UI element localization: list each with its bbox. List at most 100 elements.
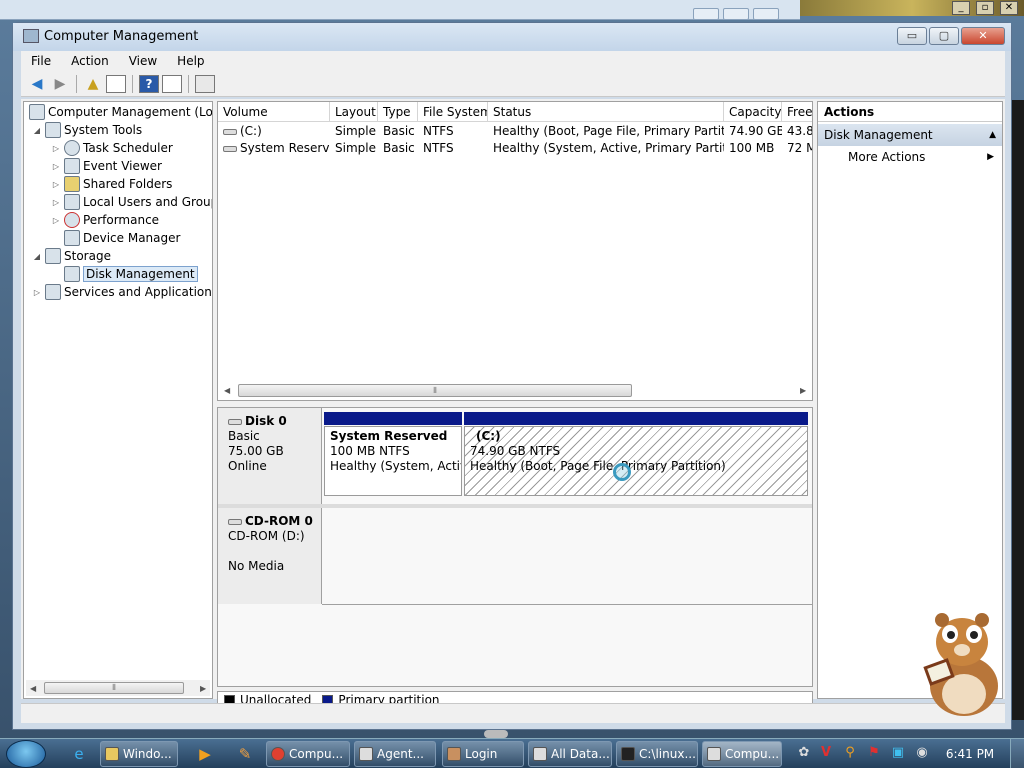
tray-app-icon[interactable]: ✿ <box>796 744 812 762</box>
taskbar-item-chrome[interactable]: Compu... <box>266 741 350 767</box>
tree-item-disk-management[interactable]: Disk Management <box>61 265 198 283</box>
taskbar-item-windows-explorer[interactable]: Windo... <box>100 741 178 767</box>
scroll-right-icon[interactable]: ▶ <box>800 386 806 395</box>
close-button[interactable]: ✕ <box>961 27 1005 45</box>
up-folder-icon[interactable]: ▲ <box>83 74 103 94</box>
tree-item-task-scheduler[interactable]: ▷ Task Scheduler <box>51 139 173 157</box>
collapse-up-icon[interactable]: ▲ <box>989 124 996 146</box>
forward-arrow-icon[interactable]: ▶ <box>50 74 70 94</box>
column-header-type[interactable]: Type <box>378 102 418 122</box>
toolbar-separator <box>188 74 189 93</box>
more-actions[interactable]: More Actions ▶ <box>818 146 1002 168</box>
maximize-icon[interactable]: ▫ <box>976 1 994 15</box>
show-hide-action-pane-icon[interactable] <box>162 74 182 93</box>
disk-type: Basic <box>228 429 260 443</box>
column-header-volume[interactable]: Volume <box>218 102 330 122</box>
scroll-right-icon[interactable]: ▶ <box>200 684 206 693</box>
toolbar-separator <box>76 74 77 93</box>
partition-system-reserved[interactable]: System Reserved 100 MB NTFS Healthy (Sys… <box>324 426 462 496</box>
volume-list-horizontal-scrollbar[interactable]: ◀ ⦀ ▶ <box>220 382 810 398</box>
scrollbar-thumb[interactable]: ⦀ <box>238 383 632 397</box>
tree-item-shared-folders[interactable]: ▷ Shared Folders <box>51 175 172 193</box>
tray-monitor-icon[interactable]: ▣ <box>890 744 906 762</box>
close-icon[interactable]: ✕ <box>1000 1 1018 15</box>
back-arrow-icon[interactable]: ◀ <box>27 74 47 94</box>
tree-item-performance[interactable]: ▷ Performance <box>51 211 159 229</box>
actions-disk-management[interactable]: Disk Management ▲ <box>818 124 1002 146</box>
maximize-button[interactable]: ▢ <box>929 27 959 45</box>
table-row[interactable]: (C:) Simple Basic NTFS Healthy (Boot, Pa… <box>218 123 812 140</box>
computer-management-icon <box>23 29 39 43</box>
menu-file[interactable]: File <box>21 51 61 71</box>
taskbar-item-label: Agent... <box>377 747 424 761</box>
start-button-icon[interactable] <box>6 740 46 768</box>
tree-item-event-viewer[interactable]: ▷ Event Viewer <box>51 157 162 175</box>
tray-volume-icon[interactable]: ◉ <box>914 744 930 762</box>
cell-type: Basic <box>383 141 415 155</box>
tree-item-device-manager[interactable]: Device Manager <box>61 229 180 247</box>
taskbar-item-login[interactable]: Login <box>442 741 524 767</box>
tree-item-label: Shared Folders <box>83 177 173 191</box>
show-desktop-button[interactable] <box>1010 739 1024 768</box>
tree-item-label: Disk Management <box>83 266 198 282</box>
expand-arrow-icon[interactable]: ▷ <box>32 288 42 297</box>
column-header-file-system[interactable]: File System <box>418 102 488 122</box>
scroll-left-icon[interactable]: ◀ <box>30 684 36 693</box>
media-player-icon[interactable]: ▶ <box>194 743 216 765</box>
table-row[interactable]: System Reserved Simple Basic NTFS Health… <box>218 140 812 157</box>
background-window-buttons <box>693 8 779 20</box>
disk-map: Disk 0 Basic 75.00 GB Online System Rese… <box>217 407 813 687</box>
taskbar-item-computer-management[interactable]: Compu... <box>702 741 782 767</box>
partition-c[interactable]: (C:) 74.90 GB NTFS Healthy (Boot, Page F… <box>464 426 808 496</box>
tree-item-system-tools[interactable]: ◢ System Tools <box>32 121 142 139</box>
shared-folder-icon <box>64 176 80 192</box>
tree-item-services-applications[interactable]: ▷ Services and Applications <box>32 283 212 301</box>
minimize-icon[interactable]: _ <box>952 1 970 15</box>
minimize-button[interactable]: ▭ <box>897 27 927 45</box>
paint-icon[interactable]: ✎ <box>234 743 256 765</box>
expand-arrow-icon[interactable]: ▷ <box>51 216 61 225</box>
expand-arrow-icon[interactable]: ▷ <box>51 144 61 153</box>
scrollbar-thumb[interactable]: ⦀ <box>44 682 184 694</box>
expand-arrow-icon[interactable]: ▷ <box>51 162 61 171</box>
cdrom-0-label[interactable]: CD-ROM 0 CD-ROM (D:) No Media <box>218 508 322 604</box>
tray-v-icon[interactable]: V <box>818 744 834 762</box>
taskbar-item-all-data[interactable]: All Data... <box>528 741 612 767</box>
column-header-status[interactable]: Status <box>488 102 724 122</box>
services-icon <box>45 284 61 300</box>
show-hide-tree-icon[interactable] <box>106 74 126 93</box>
clock[interactable]: 6:41 PM <box>938 739 1002 768</box>
disk-0-label[interactable]: Disk 0 Basic 75.00 GB Online <box>218 408 322 504</box>
tree-item-computer-management[interactable]: Computer Management (Local <box>26 103 212 121</box>
cdrom-drive: CD-ROM (D:) <box>228 529 305 543</box>
column-header-free[interactable]: Free <box>782 102 812 122</box>
collapse-arrow-icon[interactable]: ◢ <box>32 126 42 135</box>
content-area: Computer Management (Local ◢ System Tool… <box>21 99 1005 709</box>
help-icon[interactable]: ? <box>139 74 159 93</box>
tree-horizontal-scrollbar[interactable]: ◀ ⦀ ▶ <box>26 680 210 696</box>
properties-icon[interactable] <box>195 74 215 93</box>
tree-item-storage[interactable]: ◢ Storage <box>32 247 111 265</box>
tree-item-local-users[interactable]: ▷ Local Users and Groups <box>51 193 212 211</box>
cell-status: Healthy (System, Active, Primary Partiti… <box>493 141 724 155</box>
menu-help[interactable]: Help <box>167 51 214 71</box>
taskbar-item-agent[interactable]: Agent... <box>354 741 436 767</box>
collapse-arrow-icon[interactable]: ◢ <box>32 252 42 261</box>
column-header-layout[interactable]: Layout <box>330 102 378 122</box>
expand-arrow-icon[interactable]: ▷ <box>51 180 61 189</box>
partition-status: Healthy (Boot, Page File, Primary Partit… <box>470 459 726 473</box>
menu-view[interactable]: View <box>119 51 167 71</box>
menu-action[interactable]: Action <box>61 51 119 71</box>
cell-free: 72 M <box>787 141 812 155</box>
cdrom-media: No Media <box>228 559 285 573</box>
hard-disk-icon <box>228 418 242 425</box>
expand-arrow-icon[interactable]: ▷ <box>51 198 61 207</box>
tray-flag-icon[interactable]: ⚑ <box>866 744 882 762</box>
disk-state: Online <box>228 459 267 473</box>
taskbar-item-linux[interactable]: C:\linux... <box>616 741 698 767</box>
titlebar[interactable]: Computer Management ▭ ▢ ✕ <box>13 23 1011 51</box>
tray-search-icon[interactable]: ⚲ <box>842 744 858 762</box>
column-header-capacity[interactable]: Capacity <box>724 102 782 122</box>
scroll-left-icon[interactable]: ◀ <box>224 386 230 395</box>
internet-explorer-icon[interactable]: e <box>68 743 90 765</box>
